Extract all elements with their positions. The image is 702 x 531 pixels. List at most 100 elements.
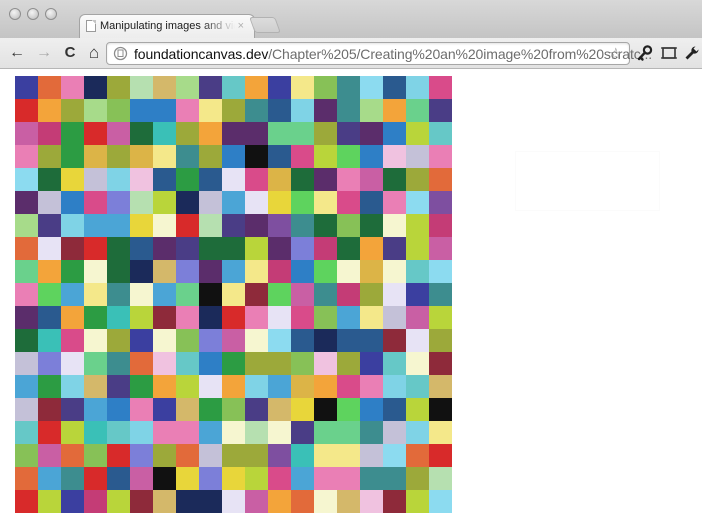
pixel-cell — [291, 168, 315, 192]
pixel-cell — [15, 214, 39, 238]
pixel-cell — [130, 237, 154, 261]
pixel-cell — [337, 168, 361, 192]
pixel-cell — [429, 76, 452, 100]
pixel-cell — [107, 444, 131, 468]
pixel-cell — [360, 168, 384, 192]
pixel-cell — [38, 467, 62, 491]
page-info-icon[interactable] — [113, 46, 128, 61]
pixel-cell — [245, 444, 269, 468]
pixel-cell — [15, 122, 39, 146]
pixel-cell — [130, 76, 154, 100]
pixel-cell — [360, 398, 384, 422]
pixel-cell — [383, 145, 407, 169]
pixel-cell — [429, 421, 452, 445]
pixel-cell — [176, 467, 200, 491]
pixel-cell — [199, 490, 223, 513]
pixel-cell — [337, 421, 361, 445]
pixel-cell — [130, 99, 154, 123]
forward-arrow-icon[interactable]: → — [36, 42, 52, 64]
page-content — [0, 69, 702, 531]
pixel-cell — [429, 329, 452, 353]
pixel-cell — [383, 76, 407, 100]
pixel-cell — [222, 145, 246, 169]
pixel-cell — [337, 122, 361, 146]
pixel-cell — [429, 467, 452, 491]
pixel-cell — [268, 214, 292, 238]
pixel-cell — [130, 352, 154, 376]
pixel-cell — [383, 237, 407, 261]
pixel-cell — [383, 99, 407, 123]
pixel-cell — [268, 490, 292, 513]
pixel-cell — [291, 145, 315, 169]
pixel-cell — [176, 76, 200, 100]
pixel-cell — [245, 375, 269, 399]
tab-active[interactable]: Manipulating images and video × — [79, 14, 255, 39]
pixel-cell — [38, 99, 62, 123]
pixel-cell — [176, 329, 200, 353]
pixel-cell — [130, 444, 154, 468]
pixel-cell — [360, 76, 384, 100]
reload-icon[interactable]: C — [63, 42, 77, 64]
pixel-cell — [314, 444, 338, 468]
pixel-cell — [406, 306, 430, 330]
pixel-cell — [429, 398, 452, 422]
pixel-cell — [153, 398, 177, 422]
pixel-cell — [268, 260, 292, 284]
zoom-window-button[interactable] — [45, 8, 57, 20]
pixel-cell — [153, 421, 177, 445]
pixel-cell — [245, 467, 269, 491]
pixel-cell — [176, 398, 200, 422]
pixel-cell — [153, 145, 177, 169]
window-icon[interactable] — [660, 44, 678, 62]
pixel-cell — [222, 306, 246, 330]
pixel-cell — [130, 191, 154, 215]
pixel-cell — [222, 421, 246, 445]
pixel-cell — [61, 467, 85, 491]
pixel-cell — [61, 421, 85, 445]
page-menu-icon[interactable] — [636, 44, 654, 62]
pixel-cell — [337, 329, 361, 353]
pixel-cell — [38, 490, 62, 513]
pixel-cell — [406, 444, 430, 468]
close-icon[interactable]: × — [238, 19, 244, 33]
pixel-cell — [222, 283, 246, 307]
pixel-cell — [360, 306, 384, 330]
pixel-cell — [153, 444, 177, 468]
pixel-cell — [268, 329, 292, 353]
pixel-cell — [176, 260, 200, 284]
pixel-cell — [199, 237, 223, 261]
pixel-cell — [61, 168, 85, 192]
pixel-cell — [153, 490, 177, 513]
pixel-cell — [61, 214, 85, 238]
pixel-cell — [107, 76, 131, 100]
pixel-cell — [15, 467, 39, 491]
pixel-cell — [291, 99, 315, 123]
pixel-cell — [383, 122, 407, 146]
minimize-window-button[interactable] — [27, 8, 39, 20]
pixel-cell — [199, 191, 223, 215]
pixel-cell — [291, 260, 315, 284]
pixel-cell — [406, 352, 430, 376]
blank-page-icon — [86, 20, 96, 32]
pixel-cell — [429, 237, 452, 261]
pixel-cell — [38, 306, 62, 330]
pixel-cell — [15, 490, 39, 513]
pixel-cell — [337, 145, 361, 169]
pixel-cell — [199, 99, 223, 123]
new-tab-button[interactable] — [249, 17, 281, 33]
pixel-cell — [383, 490, 407, 513]
wrench-icon[interactable] — [683, 44, 701, 62]
pixel-cell — [406, 375, 430, 399]
address-bar[interactable]: foundationcanvas.dev/Chapter%205/Creatin… — [106, 42, 652, 65]
back-arrow-icon[interactable]: ← — [9, 42, 25, 64]
pixel-cell — [38, 329, 62, 353]
pixel-cell — [38, 283, 62, 307]
address-text[interactable]: foundationcanvas.dev/Chapter%205/Creatin… — [134, 46, 652, 62]
pixel-cell — [84, 145, 108, 169]
pixel-cell — [15, 168, 39, 192]
pixel-cell — [245, 145, 269, 169]
close-window-button[interactable] — [9, 8, 21, 20]
star-icon[interactable]: ☆ — [609, 44, 623, 64]
faint-panel — [515, 151, 660, 211]
home-icon[interactable]: ⌂ — [86, 42, 102, 64]
